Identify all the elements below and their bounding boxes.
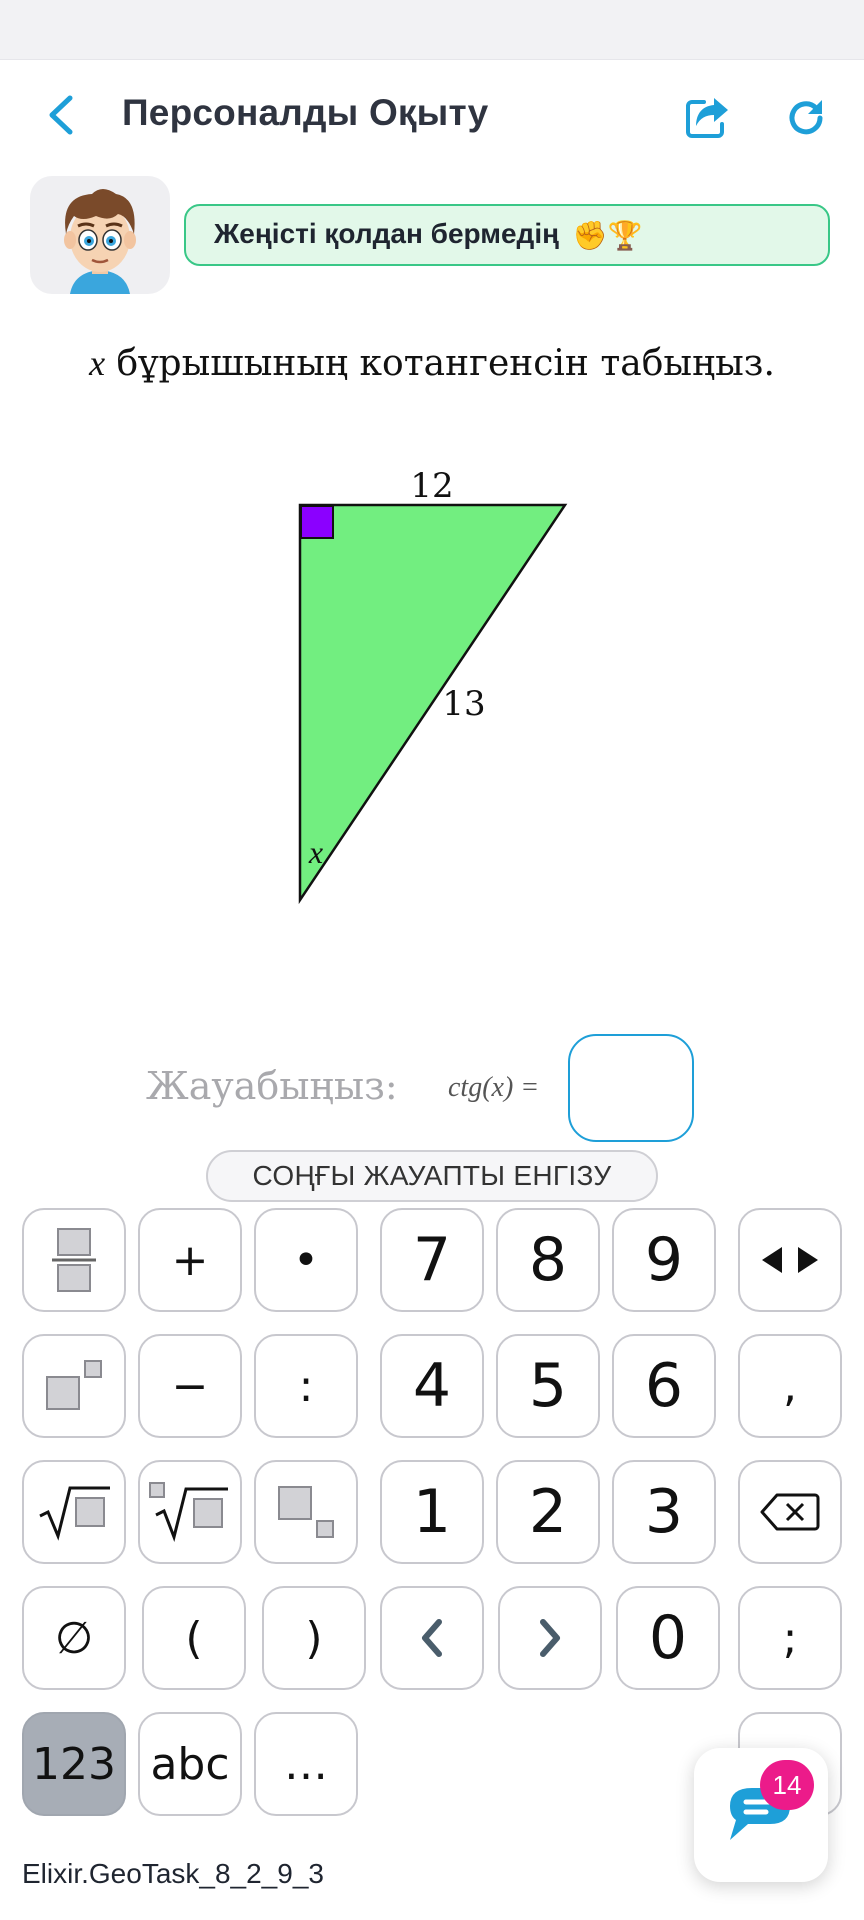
digit-4-label: 4 [412,1351,452,1421]
mode-abc-key[interactable]: abc [138,1712,242,1816]
comma-key[interactable]: , [738,1334,842,1438]
refresh-icon [789,100,823,135]
app-header: Персоналды Оқыту [0,60,864,170]
plus-key[interactable]: + [138,1208,242,1312]
page-title: Персоналды Оқыту [122,92,489,133]
task-id-label: Elixir.GeoTask_8_2_9_3 [22,1858,324,1889]
notification-badge: 14 [760,1760,814,1810]
chevron-right-icon [540,1619,560,1657]
cursor-left-key[interactable] [380,1586,484,1690]
right-angle-marker [300,505,334,539]
digit-3-key[interactable]: 3 [612,1460,716,1564]
nth-root-icon [149,1482,228,1542]
side-label-top: 12 [410,466,453,506]
digit-3-label: 3 [644,1477,684,1547]
digit-0-key[interactable]: 0 [616,1586,720,1690]
comma-key-label: , [783,1360,797,1412]
question-body: бұрышының котангенсін табыңыз. [116,343,775,384]
angle-label-x: x [308,834,323,870]
right-paren-key[interactable]: ) [262,1586,366,1690]
fraction-icon [52,1228,96,1292]
side-label-hypotenuse: 13 [442,684,485,724]
question-variable: x [89,343,106,383]
left-right-arrows-icon [762,1247,818,1273]
status-bar [0,0,864,60]
chevron-left-icon [422,1619,442,1657]
superscript-icon [46,1360,102,1410]
backspace-icon [760,1493,820,1531]
digit-0-label: 0 [648,1603,688,1673]
back-button[interactable] [40,90,84,140]
minus-key-label: − [171,1360,209,1412]
more-symbols-label: … [284,1738,328,1790]
digit-6-label: 6 [644,1351,684,1421]
digit-5-label: 5 [528,1351,568,1421]
digit-2-label: 2 [528,1477,568,1547]
subscript-icon [278,1486,334,1538]
triangle-figure: 12 13 x [250,455,630,915]
right-triangle [298,503,568,905]
cartoon-boy-avatar-icon [64,189,136,294]
digit-8-key[interactable]: 8 [496,1208,600,1312]
empty-set-key[interactable]: ∅ [22,1586,126,1690]
semicolon-key-label: ; [782,1612,798,1664]
digit-1-key[interactable]: 1 [380,1460,484,1564]
fist-trophy-emoji: ✊🏆 [572,220,643,251]
answer-label: Жауабыңыз: [146,1064,398,1108]
digit-8-label: 8 [528,1225,568,1295]
digit-4-key[interactable]: 4 [380,1334,484,1438]
square-root-key[interactable] [22,1460,126,1564]
answer-input[interactable] [568,1034,694,1142]
answer-row: Жауабыңыз: ctg(x) = [0,1034,864,1144]
digit-5-key[interactable]: 5 [496,1334,600,1438]
power-key[interactable] [22,1334,126,1438]
banner-text: Жеңісті қолдан бермедің [214,218,560,249]
plus-key-label: + [171,1234,209,1286]
digit-9-key[interactable]: 9 [612,1208,716,1312]
submit-answer-button[interactable]: СОҢҒЫ ЖАУАПТЫ ЕНГІЗУ [206,1150,658,1202]
share-button[interactable] [684,94,732,140]
mode-123-key[interactable]: 123 [22,1712,126,1816]
multiply-dot-key[interactable]: • [254,1208,358,1312]
backspace-key[interactable] [738,1460,842,1564]
cursor-move-key[interactable] [738,1208,842,1312]
left-paren-key[interactable]: ( [142,1586,246,1690]
refresh-button[interactable] [782,94,830,142]
square-root-icon [39,1486,110,1541]
minus-key[interactable]: − [138,1334,242,1438]
left-paren-key-label: ( [185,1612,203,1664]
fraction-key[interactable] [22,1208,126,1312]
empty-set-key-label: ∅ [54,1612,94,1664]
digit-6-key[interactable]: 6 [612,1334,716,1438]
avatar [30,176,170,294]
divide-colon-key[interactable]: : [254,1334,358,1438]
digit-2-key[interactable]: 2 [496,1460,600,1564]
mode-abc-label: abc [150,1738,230,1790]
colon-key-label: : [298,1360,314,1412]
digit-7-key[interactable]: 7 [380,1208,484,1312]
mode-123-label: 123 [32,1738,116,1790]
more-symbols-key[interactable]: … [254,1712,358,1816]
right-paren-key-label: ) [305,1612,323,1664]
digit-9-label: 9 [644,1225,684,1295]
nth-root-key[interactable] [138,1460,242,1564]
chevron-left-icon [49,95,73,135]
digit-1-label: 1 [412,1477,452,1547]
encouragement-banner: Жеңісті қолдан бермедің ✊🏆 [184,204,830,266]
cursor-right-key[interactable] [498,1586,602,1690]
semicolon-key[interactable]: ; [738,1586,842,1690]
dot-key-label: • [293,1234,319,1286]
answer-expression: ctg(x) = [448,1072,540,1103]
share-icon [686,98,728,138]
question-text: x бұрышының котангенсін табыңыз. [0,342,864,384]
subscript-key[interactable] [254,1460,358,1564]
digit-7-label: 7 [412,1225,452,1295]
